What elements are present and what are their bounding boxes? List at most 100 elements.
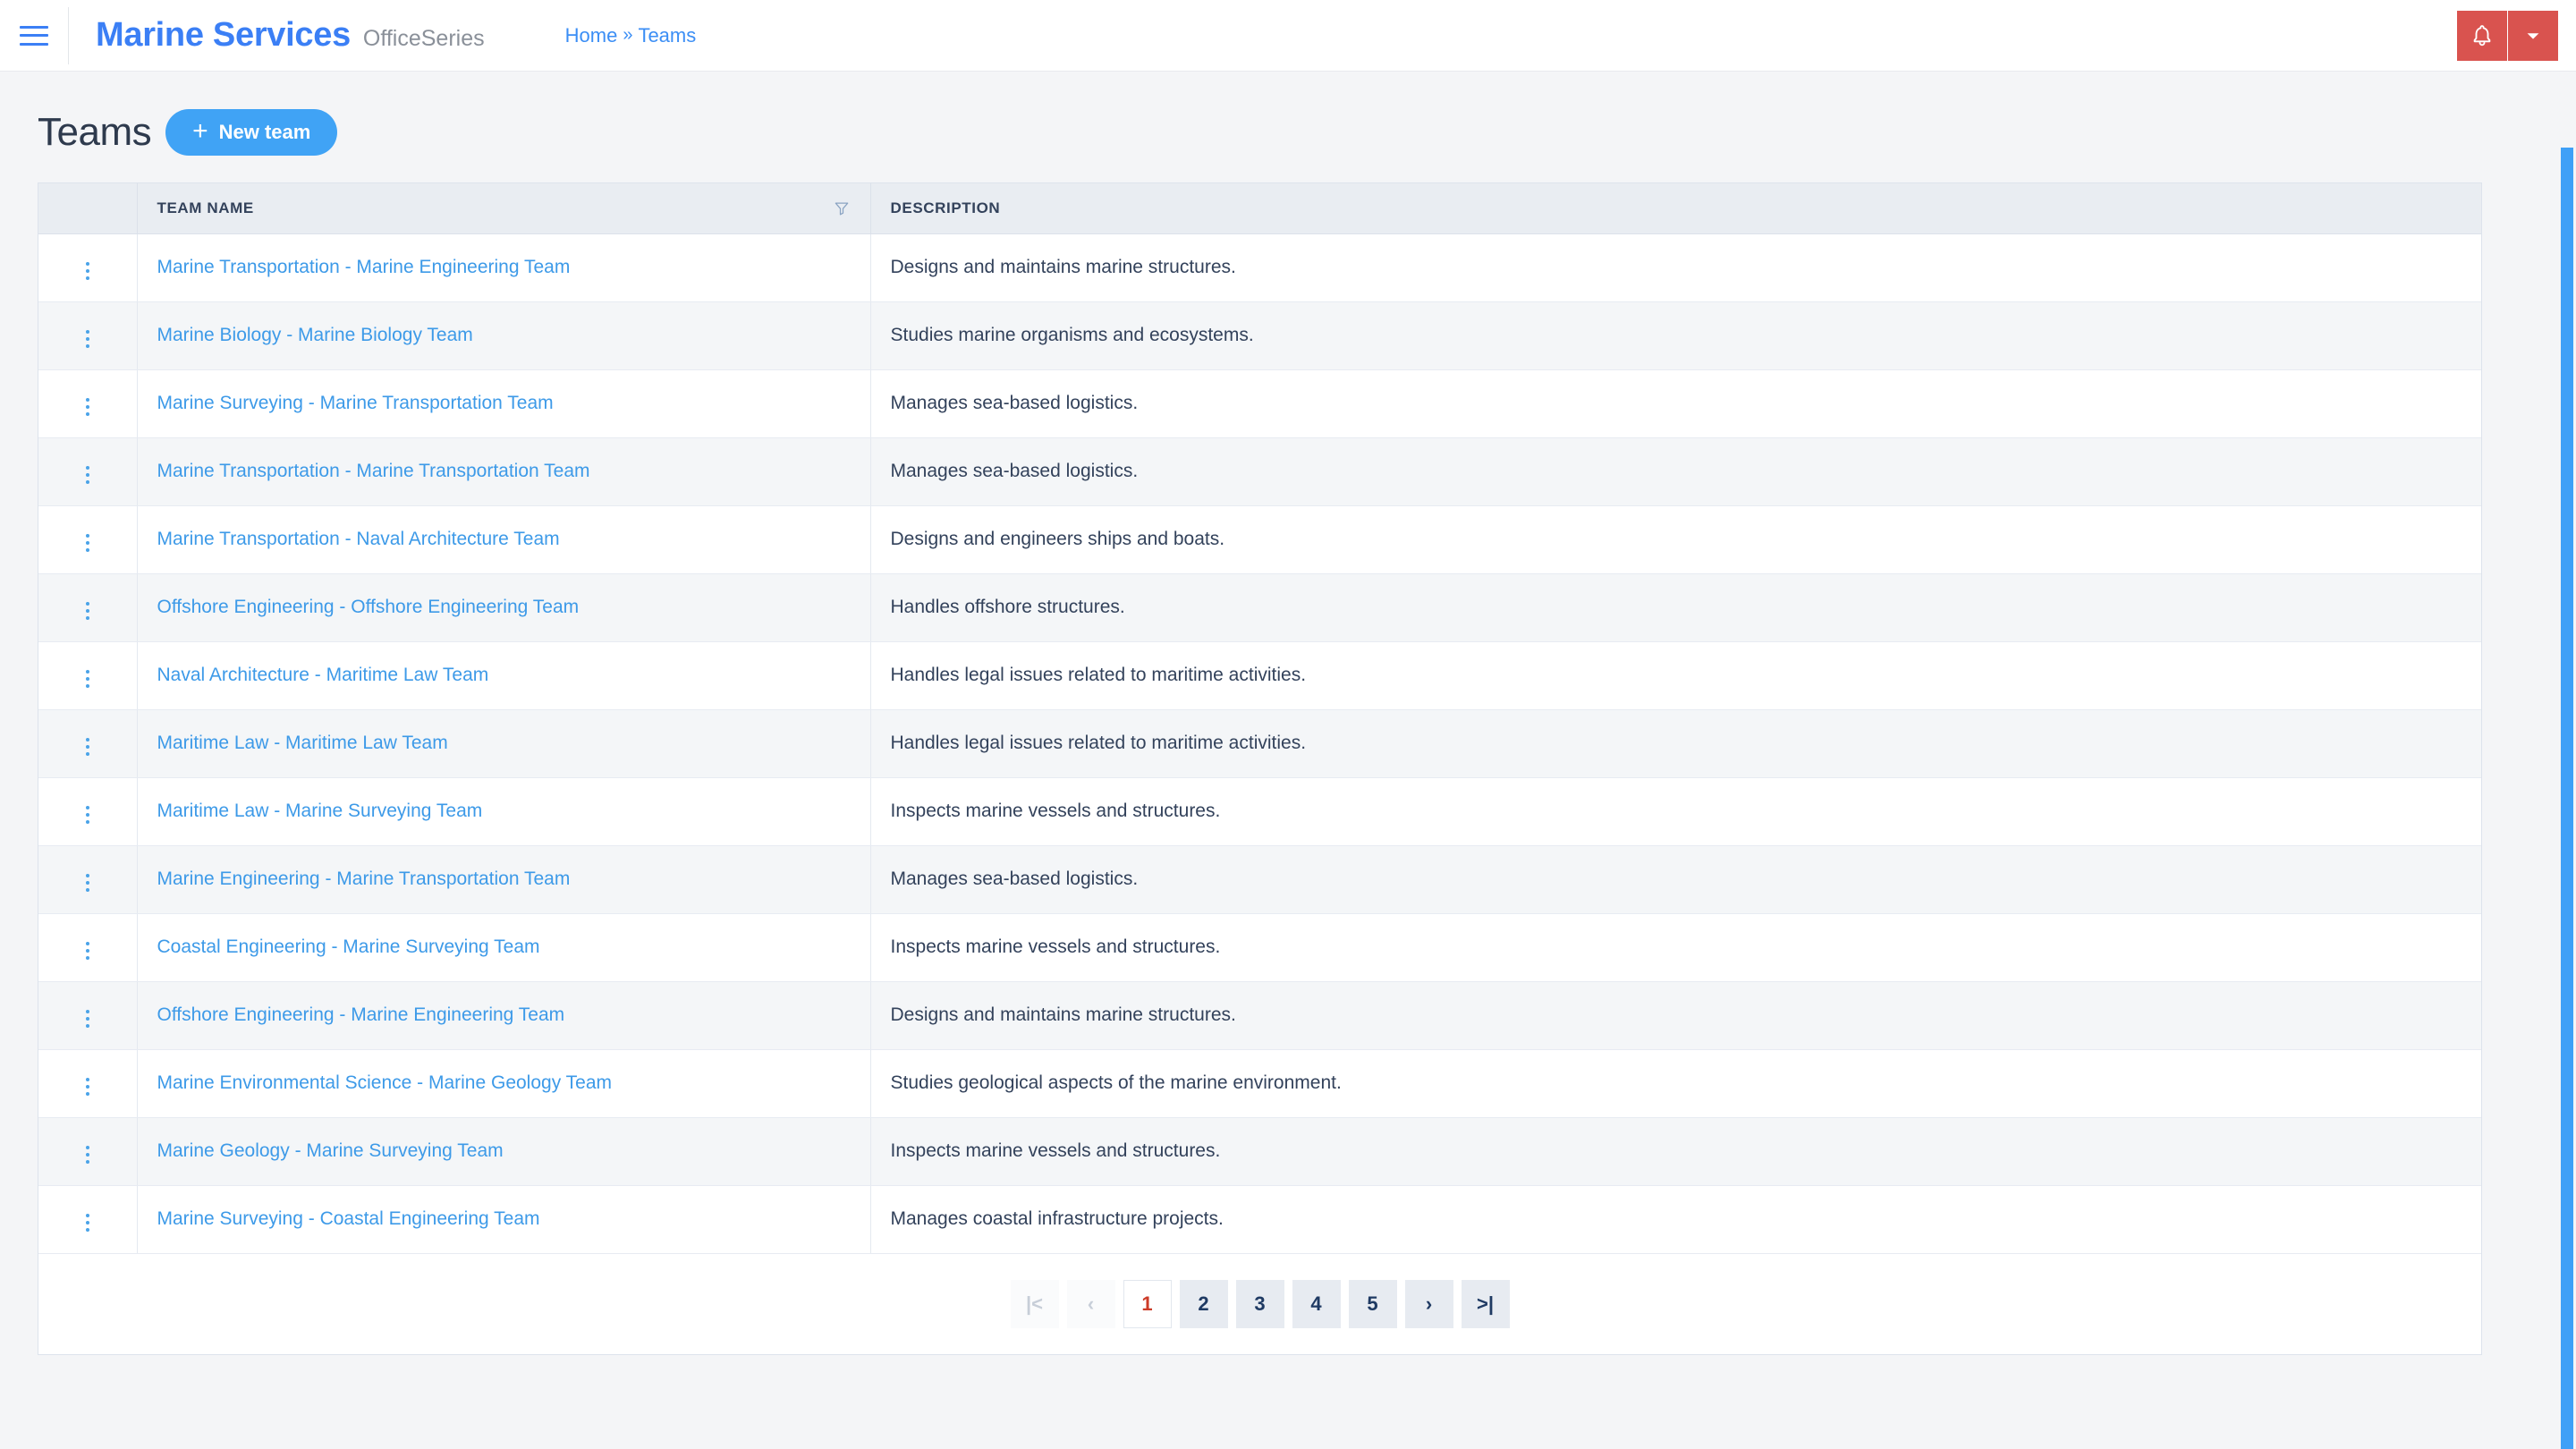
column-header-description[interactable]: DESCRIPTION bbox=[870, 183, 2481, 234]
team-description-cell: Designs and maintains marine structures. bbox=[870, 981, 2481, 1050]
pagination-next-button[interactable]: › bbox=[1404, 1279, 1453, 1328]
team-name-link[interactable]: Offshore Engineering - Marine Engineerin… bbox=[157, 1004, 565, 1025]
bell-icon bbox=[2473, 25, 2491, 47]
team-name-link[interactable]: Marine Transportation - Naval Architectu… bbox=[157, 529, 560, 549]
table-row: Marine Transportation - Marine Engineeri… bbox=[38, 233, 2481, 302]
vertical-dots-icon[interactable] bbox=[77, 1072, 98, 1101]
team-name-cell: Marine Transportation - Marine Engineeri… bbox=[137, 233, 871, 302]
breadcrumb-current-link[interactable]: Teams bbox=[638, 24, 696, 47]
team-name-cell: Coastal Engineering - Marine Surveying T… bbox=[137, 913, 871, 982]
table-row: Offshore Engineering - Marine Engineerin… bbox=[38, 981, 2481, 1050]
breadcrumb-separator: » bbox=[623, 25, 633, 45]
pagination-first-button[interactable]: |< bbox=[1010, 1279, 1059, 1328]
page-header: Teams + New team bbox=[38, 72, 2538, 182]
team-description-cell: Manages sea-based logistics. bbox=[870, 845, 2481, 914]
teams-table: TEAM NAME DESCRIPTION Marine Transportat… bbox=[38, 183, 2481, 1254]
team-name-cell: Maritime Law - Marine Surveying Team bbox=[137, 777, 871, 846]
brand[interactable]: Marine Services OfficeSeries bbox=[69, 16, 485, 55]
team-name-link[interactable]: Marine Surveying - Marine Transportation… bbox=[157, 393, 554, 413]
team-name-cell: Marine Transportation - Naval Architectu… bbox=[137, 505, 871, 574]
column-header-team-name-label: TEAM NAME bbox=[157, 199, 254, 216]
vertical-dots-icon[interactable] bbox=[77, 801, 98, 829]
vertical-dots-icon[interactable] bbox=[77, 529, 98, 557]
page-title: Teams bbox=[38, 110, 152, 154]
new-team-button[interactable]: + New team bbox=[165, 109, 338, 156]
team-description-cell: Handles legal issues related to maritime… bbox=[870, 641, 2481, 710]
table-row: Marine Geology - Marine Surveying Team In… bbox=[38, 1117, 2481, 1186]
vertical-dots-icon[interactable] bbox=[77, 393, 98, 421]
row-actions-cell bbox=[38, 913, 138, 982]
pagination-page-5[interactable]: 5 bbox=[1348, 1279, 1397, 1328]
team-name-link[interactable]: Naval Architecture - Maritime Law Team bbox=[157, 665, 489, 685]
table-row: Marine Environmental Science - Marine Ge… bbox=[38, 1049, 2481, 1118]
chevron-down-icon bbox=[2527, 33, 2539, 39]
team-name-link[interactable]: Maritime Law - Marine Surveying Team bbox=[157, 801, 483, 821]
menu-toggle-button[interactable] bbox=[0, 0, 68, 72]
table-row: Marine Surveying - Marine Transportation… bbox=[38, 369, 2481, 438]
team-description-cell: Inspects marine vessels and structures. bbox=[870, 913, 2481, 982]
column-header-team-name[interactable]: TEAM NAME bbox=[137, 183, 871, 234]
team-name-cell: Offshore Engineering - Offshore Engineer… bbox=[137, 573, 871, 642]
vertical-dots-icon[interactable] bbox=[77, 1140, 98, 1169]
vertical-dots-icon[interactable] bbox=[77, 597, 98, 625]
team-name-cell: Marine Transportation - Marine Transport… bbox=[137, 437, 871, 506]
brand-title: Marine Services bbox=[96, 16, 351, 54]
table-row: Coastal Engineering - Marine Surveying T… bbox=[38, 913, 2481, 982]
row-actions-cell bbox=[38, 1049, 138, 1118]
vertical-dots-icon[interactable] bbox=[77, 1208, 98, 1237]
row-actions-cell bbox=[38, 1117, 138, 1186]
vertical-dots-icon[interactable] bbox=[77, 665, 98, 693]
new-team-button-label: New team bbox=[218, 121, 311, 143]
vertical-dots-icon[interactable] bbox=[77, 325, 98, 353]
row-actions-cell bbox=[38, 709, 138, 778]
pagination-prev-button[interactable]: ‹ bbox=[1066, 1279, 1115, 1328]
team-name-link[interactable]: Marine Surveying - Coastal Engineering T… bbox=[157, 1208, 540, 1229]
team-description-cell: Manages coastal infrastructure projects. bbox=[870, 1185, 2481, 1254]
page-scrollbar-thumb[interactable] bbox=[2561, 148, 2573, 1449]
vertical-dots-icon[interactable] bbox=[77, 733, 98, 761]
team-name-link[interactable]: Coastal Engineering - Marine Surveying T… bbox=[157, 936, 540, 957]
vertical-dots-icon[interactable] bbox=[77, 461, 98, 489]
notifications-dropdown-button[interactable] bbox=[2508, 11, 2558, 61]
pagination-last-button[interactable]: >| bbox=[1461, 1279, 1510, 1328]
team-description-cell: Manages sea-based logistics. bbox=[870, 437, 2481, 506]
team-name-link[interactable]: Maritime Law - Maritime Law Team bbox=[157, 733, 448, 753]
team-name-cell: Marine Geology - Marine Surveying Team bbox=[137, 1117, 871, 1186]
team-name-link[interactable]: Marine Engineering - Marine Transportati… bbox=[157, 869, 571, 889]
row-actions-cell bbox=[38, 981, 138, 1050]
team-name-link[interactable]: Marine Geology - Marine Surveying Team bbox=[157, 1140, 504, 1161]
vertical-dots-icon[interactable] bbox=[77, 257, 98, 285]
row-actions-cell bbox=[38, 233, 138, 302]
table-row: Naval Architecture - Maritime Law Team Ha… bbox=[38, 641, 2481, 710]
plus-icon: + bbox=[192, 116, 208, 146]
team-description-cell: Designs and maintains marine structures. bbox=[870, 233, 2481, 302]
filter-funnel-icon[interactable] bbox=[833, 199, 851, 217]
team-description-cell: Designs and engineers ships and boats. bbox=[870, 505, 2481, 574]
vertical-dots-icon[interactable] bbox=[77, 1004, 98, 1033]
table-row: Maritime Law - Marine Surveying Team Insp… bbox=[38, 777, 2481, 846]
pagination-page-4[interactable]: 4 bbox=[1292, 1279, 1341, 1328]
pagination-page-1[interactable]: 1 bbox=[1123, 1279, 1172, 1328]
teams-table-card: TEAM NAME DESCRIPTION Marine Transportat… bbox=[38, 182, 2482, 1355]
team-name-link[interactable]: Marine Transportation - Marine Transport… bbox=[157, 461, 590, 481]
vertical-dots-icon[interactable] bbox=[77, 869, 98, 897]
team-name-link[interactable]: Marine Environmental Science - Marine Ge… bbox=[157, 1072, 613, 1093]
row-actions-cell bbox=[38, 573, 138, 642]
team-name-cell: Naval Architecture - Maritime Law Team bbox=[137, 641, 871, 710]
page-content: Teams + New team TEAM NAME DESCRIPTION M… bbox=[0, 72, 2576, 1449]
breadcrumb-home-link[interactable]: Home bbox=[565, 24, 618, 47]
team-name-link[interactable]: Marine Transportation - Marine Engineeri… bbox=[157, 257, 571, 277]
pagination-page-2[interactable]: 2 bbox=[1179, 1279, 1228, 1328]
team-name-link[interactable]: Offshore Engineering - Offshore Engineer… bbox=[157, 597, 580, 617]
team-name-cell: Marine Surveying - Marine Transportation… bbox=[137, 369, 871, 438]
team-name-link[interactable]: Marine Biology - Marine Biology Team bbox=[157, 325, 473, 345]
table-row: Marine Engineering - Marine Transportati… bbox=[38, 845, 2481, 914]
pagination-page-3[interactable]: 3 bbox=[1235, 1279, 1284, 1328]
teams-table-body: Marine Transportation - Marine Engineeri… bbox=[38, 233, 2481, 1254]
teams-table-head: TEAM NAME DESCRIPTION bbox=[38, 183, 2481, 234]
vertical-dots-icon[interactable] bbox=[77, 936, 98, 965]
table-row: Marine Transportation - Marine Transport… bbox=[38, 437, 2481, 506]
notifications-button[interactable] bbox=[2457, 11, 2507, 61]
team-description-cell: Handles offshore structures. bbox=[870, 573, 2481, 642]
row-actions-cell bbox=[38, 301, 138, 370]
